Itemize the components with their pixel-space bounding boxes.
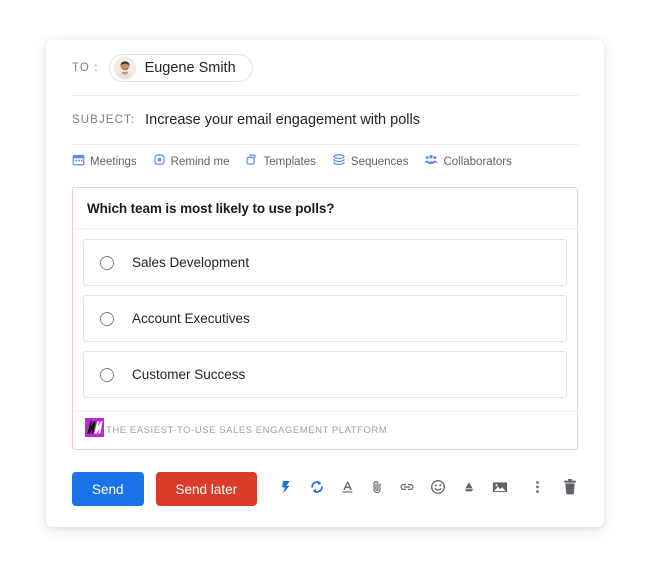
feature-templates-label: Templates [263, 156, 316, 168]
lightning-bolt-icon[interactable] [279, 479, 294, 500]
text-format-icon[interactable] [340, 479, 355, 500]
email-compose-card: TO : Eugene Smith SUBJECT: Increase your… [46, 40, 604, 527]
link-icon[interactable] [399, 479, 415, 500]
poll-branding-footer: THE EASIEST-TO-USE SALES ENGAGEMENT PLAT… [73, 411, 577, 449]
action-bar: Send Send later [46, 472, 604, 506]
subject-input[interactable]: Increase your email engagement with poll… [145, 112, 420, 128]
poll-option-3[interactable]: Customer Success [83, 351, 567, 398]
feature-meetings[interactable]: Meetings [72, 153, 137, 171]
feature-collaborators[interactable]: Collaborators [424, 153, 512, 172]
insert-image-icon[interactable] [492, 480, 508, 499]
yesware-m-logo [85, 418, 104, 442]
send-later-button[interactable]: Send later [155, 472, 258, 506]
feature-meetings-label: Meetings [90, 156, 137, 168]
feature-remind-me-label: Remind me [170, 156, 230, 168]
poll-option-label: Customer Success [132, 367, 246, 382]
poll-option-label: Sales Development [132, 255, 250, 270]
subject-row[interactable]: SUBJECT: Increase your email engagement … [46, 96, 604, 144]
feature-collaborators-label: Collaborators [443, 156, 512, 168]
poll-card: Which team is most likely to use polls? … [72, 187, 578, 450]
clock-icon [153, 153, 166, 171]
brand-tagline: THE EASIEST-TO-USE SALES ENGAGEMENT PLAT… [106, 424, 388, 436]
more-vertical-icon[interactable] [535, 478, 540, 501]
to-row: TO : Eugene Smith [46, 40, 604, 95]
feature-sequences-label: Sequences [350, 156, 409, 168]
poll-option-1[interactable]: Sales Development [83, 239, 567, 286]
to-label: TO : [72, 61, 99, 74]
subject-label: SUBJECT: [72, 114, 136, 126]
poll-options-list: Sales Development Account Executives Cus… [73, 229, 577, 411]
overflow-actions-group [535, 478, 578, 501]
google-drive-icon[interactable] [461, 479, 477, 499]
radio-button-icon[interactable] [100, 255, 114, 270]
feature-sequences[interactable]: Sequences [332, 153, 409, 172]
trash-delete-icon[interactable] [562, 478, 578, 501]
feature-templates[interactable]: Templates [245, 153, 316, 171]
divider-subject [72, 144, 578, 145]
recipient-name: Eugene Smith [144, 59, 236, 76]
recipient-chip[interactable]: Eugene Smith [108, 53, 253, 82]
radio-button-icon[interactable] [100, 311, 114, 326]
stacked-layers-icon [332, 153, 346, 172]
people-group-icon [424, 153, 438, 172]
poll-option-label: Account Executives [132, 311, 250, 326]
user-photo-avatar [113, 56, 136, 79]
feature-remind-me[interactable]: Remind me [153, 153, 230, 171]
attachment-paperclip-icon[interactable] [370, 479, 384, 500]
poll-option-2[interactable]: Account Executives [83, 295, 567, 342]
calendar-icon [72, 153, 85, 171]
sync-refresh-icon[interactable] [309, 479, 325, 500]
radio-button-icon[interactable] [100, 367, 114, 382]
send-button[interactable]: Send [72, 472, 144, 506]
compose-tools-group [279, 479, 508, 500]
feature-toolbar: Meetings Remind me Templates Sequences C… [46, 147, 604, 177]
poll-question: Which team is most likely to use polls? [73, 188, 577, 229]
emoji-smiley-icon[interactable] [430, 479, 446, 500]
copy-layers-icon [245, 153, 258, 171]
